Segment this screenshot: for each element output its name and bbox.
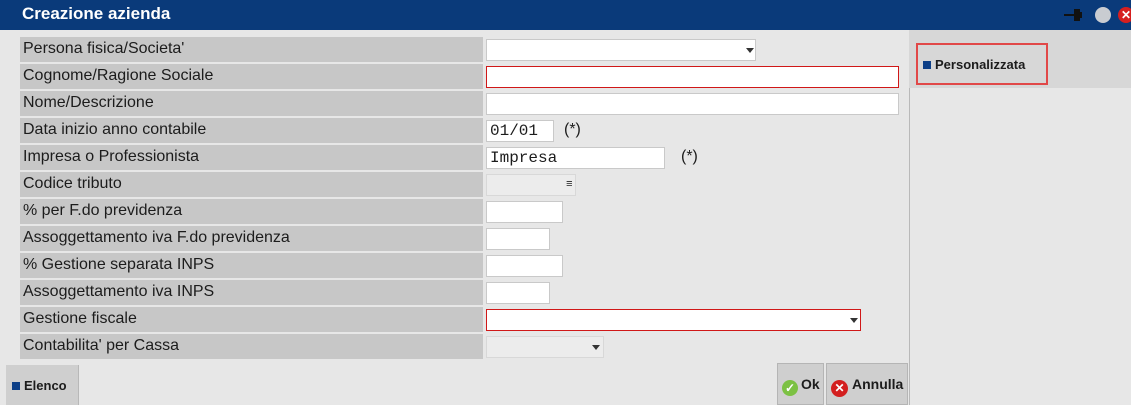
square-icon [12, 382, 20, 390]
close-icon[interactable]: ✕ [1118, 7, 1131, 23]
circle-icon[interactable] [1095, 7, 1111, 23]
list-icon[interactable]: ≡ [566, 179, 573, 191]
row-fdo-previdenza: % per F.do previdenza [0, 199, 910, 225]
chevron-down-icon [592, 345, 600, 350]
label-persona-fisica: Persona fisica/Societa' [20, 37, 483, 62]
data-inizio-input[interactable]: 01/01 [486, 120, 554, 142]
row-codice-tributo: Codice tributo ≡ [0, 172, 910, 198]
cognome-input[interactable] [486, 66, 899, 88]
ok-button[interactable]: ✓ Ok [777, 363, 824, 405]
iva-inps-input[interactable] [486, 282, 550, 304]
row-cognome: Cognome/Ragione Sociale [0, 64, 910, 90]
fdo-previdenza-input[interactable] [486, 201, 563, 223]
label-nome: Nome/Descrizione [20, 91, 483, 116]
label-iva-inps: Assoggettamento iva INPS [20, 280, 483, 305]
label-impresa: Impresa o Professionista [20, 145, 483, 170]
personalizzata-label: Personalizzata [935, 57, 1026, 72]
row-contabilita-cassa: Contabilita' per Cassa [0, 334, 910, 360]
label-data-inizio: Data inizio anno contabile [20, 118, 483, 143]
check-icon: ✓ [782, 380, 798, 396]
square-icon [923, 61, 931, 69]
window-controls: ✕ [1064, 7, 1131, 23]
chevron-down-icon [746, 48, 754, 53]
label-contabilita-cassa: Contabilita' per Cassa [20, 334, 483, 359]
impresa-input[interactable]: Impresa [486, 147, 665, 169]
row-gestione-inps: % Gestione separata INPS [0, 253, 910, 279]
label-iva-fdo-previdenza: Assoggettamento iva F.do previdenza [20, 226, 483, 251]
annulla-label: Annulla [852, 376, 904, 392]
personalizzata-button[interactable]: Personalizzata [916, 43, 1048, 85]
gestione-inps-input[interactable] [486, 255, 563, 277]
contabilita-cassa-select[interactable] [486, 336, 604, 358]
gestione-fiscale-select[interactable] [486, 309, 861, 331]
elenco-label: Elenco [24, 378, 67, 393]
chevron-down-icon [850, 318, 858, 323]
window-title: Creazione azienda [22, 4, 171, 23]
label-gestione-fiscale: Gestione fiscale [20, 307, 483, 332]
nome-input[interactable] [486, 93, 899, 115]
row-nome: Nome/Descrizione [0, 91, 910, 117]
cancel-icon: ✕ [831, 380, 848, 397]
elenco-button[interactable]: Elenco [6, 365, 79, 405]
row-gestione-fiscale: Gestione fiscale [0, 307, 910, 333]
persona-fisica-select[interactable] [486, 39, 756, 61]
label-cognome: Cognome/Ragione Sociale [20, 64, 483, 89]
window-titlebar: Creazione azienda ✕ [0, 0, 1131, 30]
row-iva-fdo-previdenza: Assoggettamento iva F.do previdenza [0, 226, 910, 252]
label-fdo-previdenza: % per F.do previdenza [20, 199, 483, 224]
row-data-inizio: Data inizio anno contabile 01/01 (*) [0, 118, 910, 144]
label-codice-tributo: Codice tributo [20, 172, 483, 197]
row-iva-inps: Assoggettamento iva INPS [0, 280, 910, 306]
required-marker: (*) [681, 148, 698, 165]
label-gestione-inps: % Gestione separata INPS [20, 253, 483, 278]
ok-label: Ok [801, 376, 820, 392]
required-marker: (*) [564, 121, 581, 138]
iva-fdo-previdenza-input[interactable] [486, 228, 550, 250]
row-impresa: Impresa o Professionista Impresa (*) [0, 145, 910, 171]
annulla-button[interactable]: ✕ Annulla [826, 363, 908, 405]
row-persona-fisica: Persona fisica/Societa' [0, 37, 910, 63]
pin-icon[interactable] [1064, 7, 1084, 23]
codice-tributo-input[interactable]: ≡ [486, 174, 576, 196]
